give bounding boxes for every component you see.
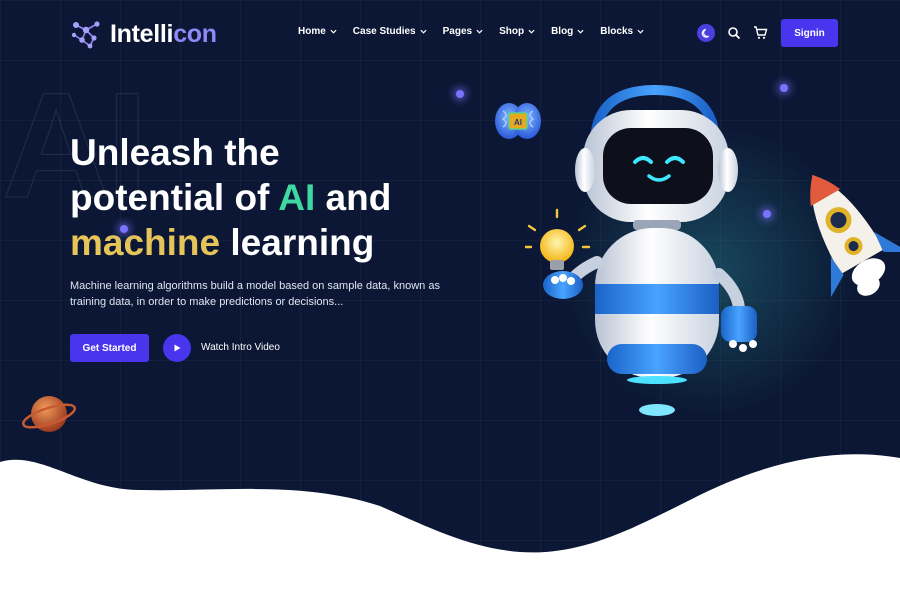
play-icon xyxy=(174,344,181,352)
theme-toggle-button[interactable] xyxy=(697,24,715,42)
headline-text: and xyxy=(315,177,392,218)
glow-dot xyxy=(120,225,128,233)
hero-section: AI Intellicon Home Case Studies Pages Sh… xyxy=(0,0,900,600)
headline-line-1: Unleash the xyxy=(70,132,280,173)
nav-item-label: Case Studies xyxy=(352,26,416,37)
brand-name-part1: Intelli xyxy=(110,19,174,48)
nav-item-label: Pages xyxy=(442,26,473,37)
nav-item-blocks[interactable]: Blocks xyxy=(600,26,644,37)
nav-item-blog[interactable]: Blog xyxy=(551,26,584,37)
planet-illustration xyxy=(21,396,77,432)
chevron-down-icon xyxy=(528,29,535,34)
search-icon[interactable] xyxy=(727,26,741,40)
bottom-wave xyxy=(0,454,900,600)
brand-name: Intellicon xyxy=(110,20,217,49)
logo-network-icon xyxy=(71,21,100,49)
brain-chip-label: AI xyxy=(514,118,522,127)
nav-item-case-studies[interactable]: Case Studies xyxy=(353,26,427,37)
nav-item-label: Blog xyxy=(551,26,574,37)
headline-text: learning xyxy=(220,222,375,263)
robot-illustration xyxy=(525,84,757,416)
headline-highlight-ai: AI xyxy=(278,177,316,218)
nav-item-label: Home xyxy=(298,26,326,37)
nav-item-label: Blocks xyxy=(600,26,634,37)
brand-name-part2: con xyxy=(173,19,217,48)
cart-icon[interactable] xyxy=(753,25,768,40)
headline-text: potential of xyxy=(70,177,279,218)
headline-line-2: potential of AI and xyxy=(70,175,470,220)
hero-description: Machine learning algorithms build a mode… xyxy=(70,280,440,308)
chevron-down-icon xyxy=(476,29,483,34)
nav-item-pages[interactable]: Pages xyxy=(443,26,483,37)
brand-logo[interactable]: Intellicon xyxy=(70,18,217,50)
hero-headline: Unleash the potential of AI and machine … xyxy=(70,130,470,265)
signin-button[interactable]: Signin xyxy=(781,19,838,47)
rocket-illustration xyxy=(810,175,900,298)
glow-dot xyxy=(456,90,464,98)
main-nav: Home Case Studies Pages Shop Blog Blocks xyxy=(298,26,660,37)
nav-item-shop[interactable]: Shop xyxy=(499,26,535,37)
chevron-down-icon xyxy=(330,29,337,34)
moon-icon xyxy=(701,28,709,38)
headline-highlight-machine: machine xyxy=(70,222,221,263)
chevron-down-icon xyxy=(420,29,427,34)
watch-video-link[interactable]: Watch Intro Video xyxy=(201,342,280,353)
get-started-button[interactable]: Get Started xyxy=(70,334,149,362)
chevron-down-icon xyxy=(637,29,644,34)
nav-item-label: Shop xyxy=(499,26,525,37)
glow-dot xyxy=(780,84,788,92)
play-video-button[interactable] xyxy=(163,334,191,362)
headline-line-3: machine learning xyxy=(70,220,470,265)
nav-item-home[interactable]: Home xyxy=(298,26,337,37)
chevron-down-icon xyxy=(577,29,584,34)
